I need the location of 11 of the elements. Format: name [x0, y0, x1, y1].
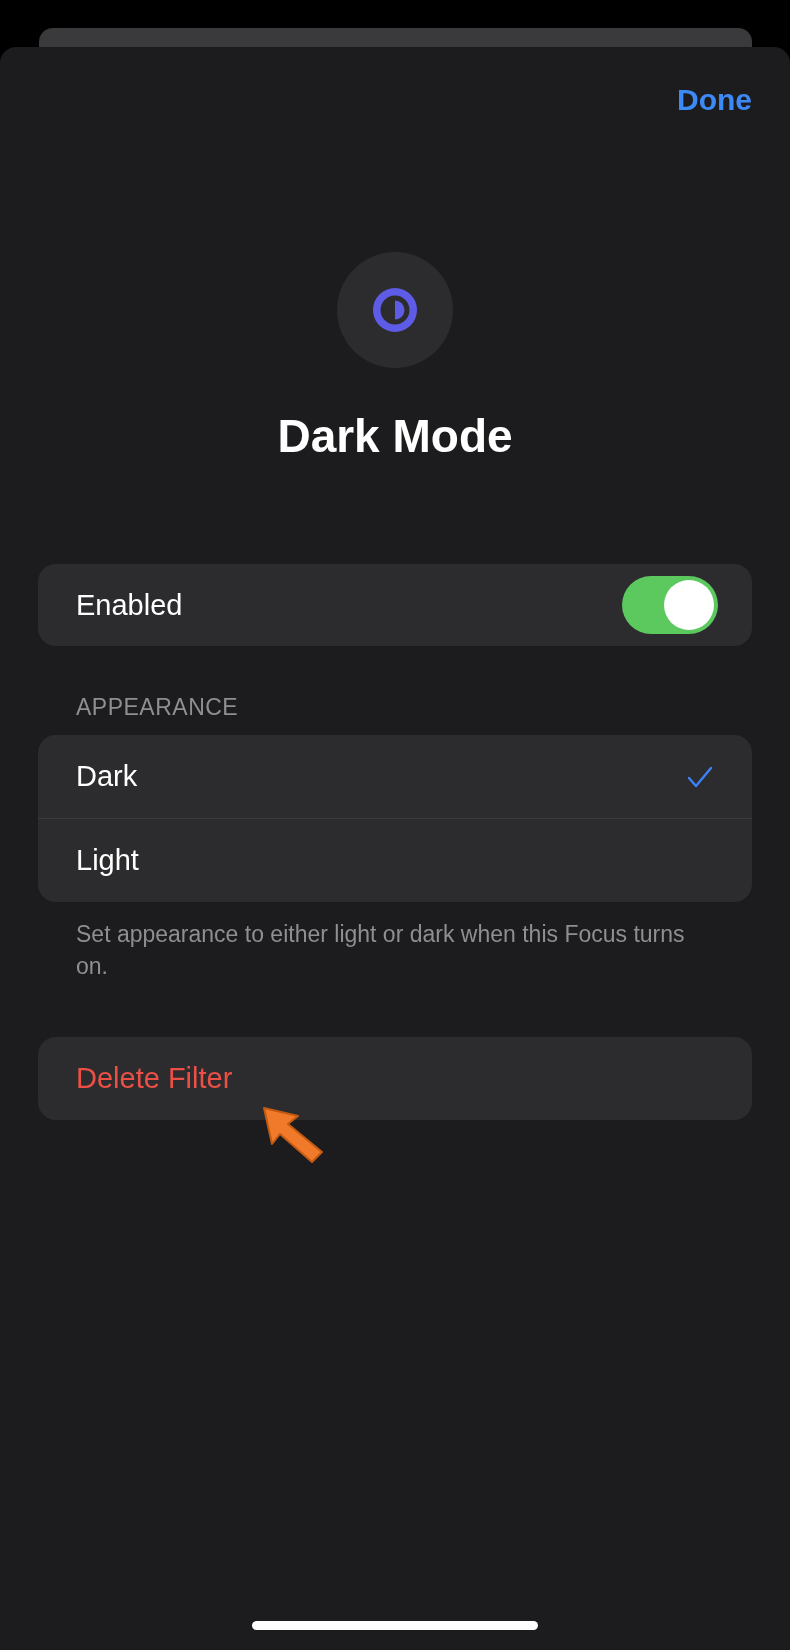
- checkmark-icon: [686, 764, 714, 789]
- delete-button[interactable]: Delete Filter: [38, 1037, 752, 1120]
- done-button[interactable]: Done: [677, 83, 752, 117]
- half-circle-icon: [372, 287, 418, 333]
- section-footer: Set appearance to either light or dark when this Focus turns on.: [76, 918, 714, 982]
- row-label: Enabled: [76, 588, 183, 622]
- title: Dark Mode: [276, 409, 514, 464]
- option-row[interactable]: Dark: [38, 735, 752, 819]
- section-header: APPEARANCE: [76, 694, 240, 721]
- toggle-switch[interactable]: [622, 576, 718, 634]
- option-row[interactable]: Light: [38, 819, 752, 902]
